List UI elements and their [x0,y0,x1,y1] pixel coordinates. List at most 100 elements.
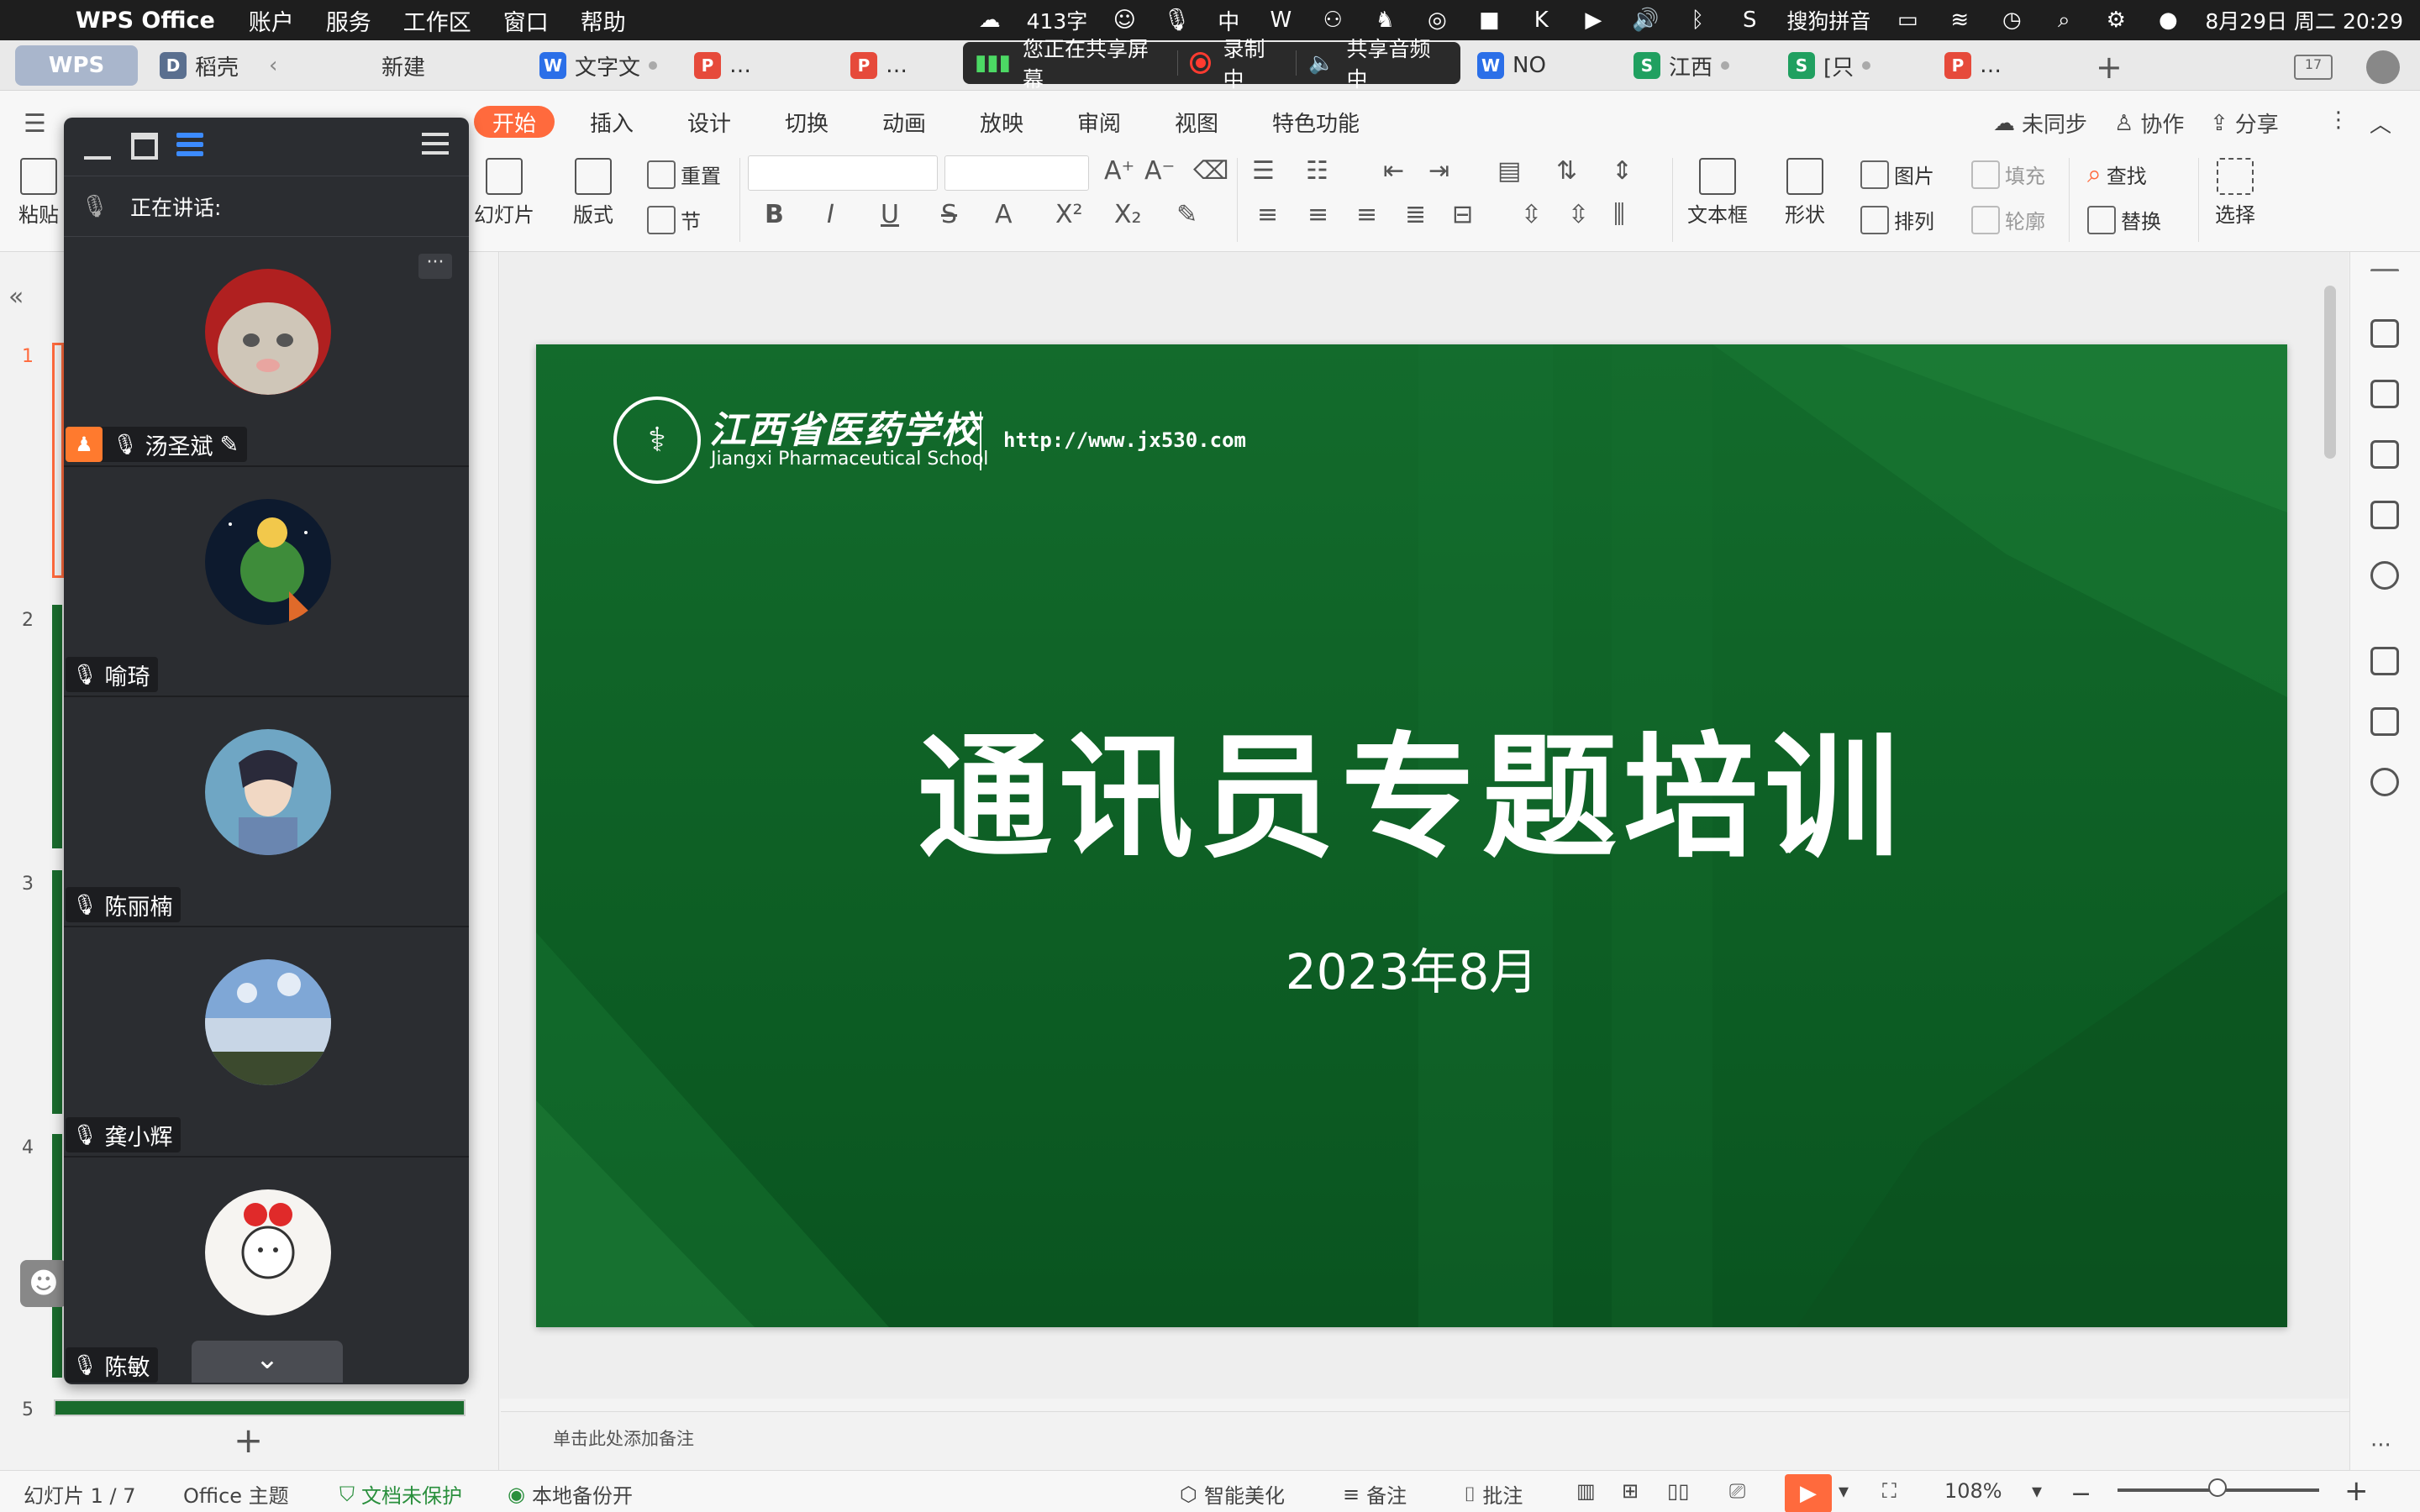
window-mode-icon[interactable] [131,133,158,160]
calendar-icon[interactable]: 17 [2294,55,2333,80]
app-menu[interactable]: WPS Office [76,8,215,34]
canvas-vertical-scrollbar[interactable] [2321,269,2339,1394]
siri-icon[interactable]: ● [2153,7,2183,34]
favorite-icon[interactable] [2370,647,2399,675]
arrange-button[interactable]: 排列 [1860,205,1934,234]
volume-icon[interactable]: 🔊 [1630,7,1660,34]
align-right-icon[interactable]: ≡ [1356,200,1377,229]
share-button[interactable]: ⇪ 分享 [2210,108,2279,139]
more-options-icon[interactable]: ··· [418,254,452,279]
people-icon[interactable]: ⚇ [1318,7,1348,34]
slides-icon[interactable] [2370,707,2399,736]
control-center-icon[interactable]: ⚙ [2101,7,2131,34]
participant-tile[interactable]: 🎙 陈丽楠 [64,699,469,927]
text-direction-icon[interactable]: ▤ [1497,156,1521,186]
fill-button[interactable]: 填充 [1971,160,2045,189]
align-center-icon[interactable]: ≡ [1307,200,1328,229]
fit-window-icon[interactable]: ⛶ [1882,1479,1897,1503]
cloud-app-icon[interactable]: ☁ [975,7,1005,34]
list-view-icon[interactable] [176,133,203,160]
para-spacing2-icon[interactable]: ⇳ [1568,200,1589,229]
dark-app-icon[interactable]: ■ [1474,7,1504,34]
font-family-select[interactable] [748,155,938,191]
smiley-icon[interactable]: ☺ [1109,7,1139,34]
textbox-button[interactable]: 文本框 [1687,158,1748,228]
line-spacing-icon[interactable]: ⇕ [1612,156,1633,186]
tab-insert[interactable]: 插入 [590,106,634,138]
tab-design[interactable]: 设计 [687,106,731,138]
history-icon[interactable] [2370,561,2399,590]
cc-icon[interactable]: ◎ [1422,7,1452,34]
presenter-view-icon[interactable]: ⎚ [1729,1479,1745,1503]
battery-icon[interactable]: ▭ [1892,7,1923,34]
new-slide-button[interactable]: 幻灯片 [474,158,534,228]
tab-back-arrow[interactable]: ‹ [257,45,289,86]
notes-pane[interactable]: 单击此处添加备注 [501,1411,2349,1470]
outline-button[interactable]: 轮廓 [1971,205,2045,234]
sync-status-button[interactable]: ☁ 未同步 [1993,108,2087,139]
sogou-icon[interactable]: S [1734,7,1765,34]
tab-document-6[interactable]: S [只 [1776,45,1882,86]
columns-icon[interactable]: ⫼ [1613,200,1625,229]
beautify-button[interactable]: ⬡ 智能美化 [1180,1479,1285,1509]
zoom-slider-knob[interactable] [2208,1478,2227,1497]
picture-button[interactable]: 图片 [1860,160,1934,189]
layout-button[interactable]: 版式 [573,158,613,228]
slide-title[interactable]: 通讯员专题培训 [536,689,2287,884]
find-button[interactable]: ⌕ 查找 [2087,160,2147,189]
underline-icon[interactable]: U [881,200,899,229]
collapse-side-icon[interactable] [422,133,449,160]
tab-new[interactable]: 新建 [370,45,437,86]
italic-icon[interactable]: I [827,200,834,229]
more-dots-icon[interactable]: ··· [2370,1433,2399,1462]
image-icon[interactable] [2370,501,2399,529]
recording-text[interactable]: 录制中 [1223,33,1284,93]
slide-thumbnail-5[interactable] [54,1399,466,1416]
emoji-reaction-icon[interactable]: ☻ [20,1260,67,1307]
collapse-ribbon-icon[interactable]: ︿ [2370,108,2391,139]
strikethrough-icon[interactable]: S [941,200,957,229]
more-icon[interactable]: ⋮ [2328,108,2349,133]
k-icon[interactable]: K [1526,7,1556,34]
replace-button[interactable]: 替换 [2087,205,2161,234]
bullet-list-icon[interactable]: ☰ [1252,156,1275,186]
protect-status[interactable]: ⛉ 文档未保护 [339,1479,462,1509]
property-settings-icon[interactable] [2370,319,2399,348]
tab-features[interactable]: 特色功能 [1272,106,1360,138]
scroll-down-chevron-icon[interactable]: ⌄ [192,1341,343,1383]
notes-placeholder[interactable]: 单击此处添加备注 [553,1425,694,1451]
play-options-chevron-icon[interactable]: ▾ [1839,1479,1849,1503]
menu-help[interactable]: 帮助 [581,4,626,37]
font-color-icon[interactable]: A [995,200,1013,229]
wifi-icon[interactable]: ≋ [1944,7,1975,34]
font-size-select[interactable] [944,155,1089,191]
edit-pencil-icon[interactable]: ✎ [219,432,239,458]
decrease-font-icon[interactable]: A⁻ [1144,156,1175,186]
tab-home[interactable]: 开始 [474,106,555,138]
new-tab-plus-icon[interactable]: + [2096,49,2123,86]
tab-transition[interactable]: 切换 [785,106,829,138]
slide-thumbnail-1[interactable] [52,343,64,578]
bluetooth-icon[interactable]: ᛒ [1682,7,1712,34]
decrease-indent-icon[interactable]: ⇤ [1383,156,1404,186]
theme-name[interactable]: Office 主题 [183,1479,289,1509]
collapse-pane-icon[interactable]: « [8,282,24,312]
microphone-icon[interactable]: 🎙 [1161,7,1192,34]
paste-button[interactable]: 粘贴 [18,158,59,228]
tab-review[interactable]: 审阅 [1077,106,1121,138]
section-button[interactable]: 节 [647,205,701,234]
shape-button[interactable]: 形状 [1785,158,1825,228]
audio-share-text[interactable]: 共享音频中 [1346,33,1449,93]
tab-document-1[interactable]: W 文字文 [528,45,669,86]
cat-icon[interactable]: ♞ [1370,7,1400,34]
add-slide-plus-icon[interactable]: + [234,1420,263,1461]
zoom-in-icon[interactable]: + [2344,1474,2369,1508]
slide-thumbnail-2[interactable] [52,605,62,848]
plugin-icon[interactable] [2370,768,2399,796]
participant-tile[interactable]: 🎙 龚小辉 [64,929,469,1158]
increase-indent-icon[interactable]: ⇥ [1428,156,1449,186]
tab-document-2[interactable]: P … [682,45,763,86]
menu-account[interactable]: 账户 [249,4,294,37]
notes-toggle-button[interactable]: ≡ 备注 [1343,1479,1407,1509]
tab-document-5[interactable]: S 江西 [1622,45,1741,86]
